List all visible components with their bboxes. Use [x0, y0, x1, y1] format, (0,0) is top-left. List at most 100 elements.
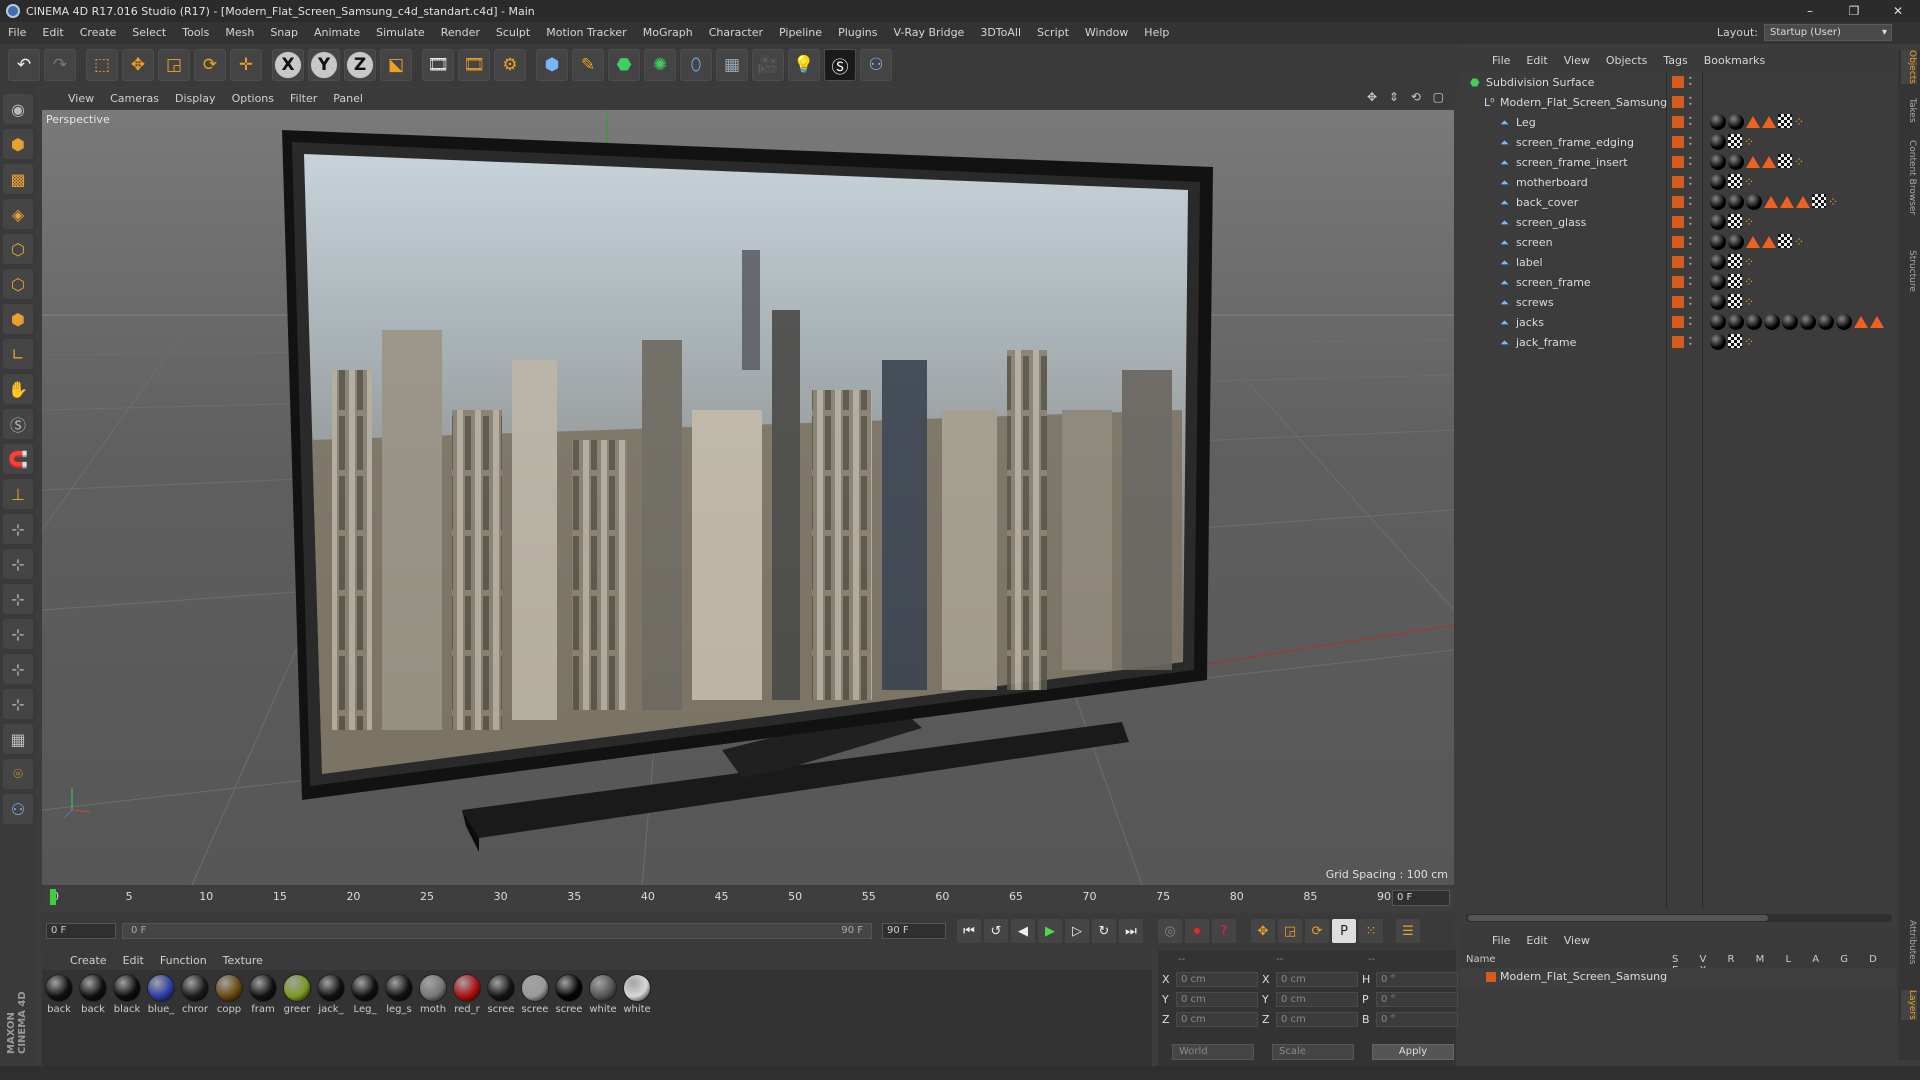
deformer-icon[interactable]: ⬯ [680, 49, 712, 81]
pos-y-field[interactable]: 0 cm [1176, 992, 1258, 1007]
menu-item-file[interactable]: File [0, 22, 34, 44]
key-pla-icon[interactable]: ⁙ [1359, 919, 1383, 943]
viewport-menu-panel[interactable]: Panel [325, 92, 371, 105]
selection-tag-icon[interactable]: ⁘ [1794, 234, 1810, 250]
menu-item-tools[interactable]: Tools [174, 22, 217, 44]
material-swatch[interactable]: copp [212, 974, 246, 1070]
phong-tag-icon[interactable] [1780, 196, 1794, 208]
object-row-screen-frame-edging[interactable]: ⏶ screen_frame_edging • • ⁘ [1460, 132, 1896, 152]
layer-color-indicator[interactable] [1672, 236, 1684, 248]
model-mode-icon[interactable]: ◉ [3, 94, 33, 124]
x-axis-button[interactable]: X [272, 49, 304, 81]
rotate-icon[interactable]: ⟳ [194, 49, 226, 81]
material-tag-icon[interactable] [1746, 314, 1762, 330]
menu-item-pipeline[interactable]: Pipeline [771, 22, 830, 44]
array-icon[interactable]: ✺ [644, 49, 676, 81]
object-menu-objects[interactable]: Objects [1598, 54, 1656, 67]
menu-item-3dtoall[interactable]: 3DToAll [972, 22, 1029, 44]
layer-menu-file[interactable]: File [1484, 934, 1518, 947]
material-swatch[interactable]: back [76, 974, 110, 1070]
snap-icon[interactable]: 🧲 [3, 444, 33, 474]
material-tag-icon[interactable] [1710, 294, 1726, 310]
edge-tab-structure[interactable]: Structure [1901, 250, 1917, 292]
axis-z-workplane-icon[interactable]: ⊹ [3, 654, 33, 684]
object-row-group[interactable]: L⁰ Modern_Flat_Screen_Samsung • • [1460, 92, 1896, 112]
material-tag-icon[interactable] [1836, 314, 1852, 330]
next-key-icon[interactable]: ↻ [1092, 919, 1116, 943]
axis-x-workplane-icon[interactable]: ⊹ [3, 584, 33, 614]
prev-frame-icon[interactable]: ◀ [1011, 919, 1035, 943]
menu-item-simulate[interactable]: Simulate [368, 22, 433, 44]
material-tag-icon[interactable] [1710, 254, 1726, 270]
selection-tag-icon[interactable]: ⁘ [1744, 274, 1760, 290]
z-axis-button[interactable]: Z [344, 49, 376, 81]
scale-dropdown[interactable]: Scale [1272, 1044, 1354, 1060]
python-icon[interactable]: ⚇ [860, 49, 892, 81]
pos-z-field[interactable]: 0 cm [1176, 1012, 1258, 1027]
visibility-dots[interactable]: • • [1688, 315, 1694, 329]
material-swatch[interactable]: leg_s [382, 974, 416, 1070]
material-tag-icon[interactable] [1710, 194, 1726, 210]
material-swatch[interactable]: black [110, 974, 144, 1070]
phong-tag-icon[interactable] [1746, 236, 1760, 248]
material-swatch[interactable]: Leg_ [348, 974, 382, 1070]
selection-tag-icon[interactable]: ⁘ [1794, 114, 1810, 130]
uvw-tag-icon[interactable] [1728, 334, 1742, 348]
viewport-menu-view[interactable]: View [60, 92, 102, 105]
cube-icon[interactable]: ⬢ [536, 49, 568, 81]
object-menu-view[interactable]: View [1556, 54, 1598, 67]
python-console-icon[interactable]: ⚇ [3, 794, 33, 824]
material-tag-icon[interactable] [1746, 194, 1762, 210]
locked-workplane-icon[interactable]: ⊹ [3, 514, 33, 544]
light-icon[interactable]: 💡 [788, 49, 820, 81]
visibility-dots[interactable]: • • [1688, 175, 1694, 189]
menu-item-character[interactable]: Character [701, 22, 771, 44]
material-tag-icon[interactable] [1710, 154, 1726, 170]
visibility-dots[interactable]: • • [1688, 115, 1694, 129]
material-swatch[interactable]: scree [518, 974, 552, 1070]
layer-color-indicator[interactable] [1672, 96, 1684, 108]
object-menu-tags[interactable]: Tags [1655, 54, 1695, 67]
layer-color-indicator[interactable] [1672, 76, 1684, 88]
workplane-icon[interactable]: ⊥ [3, 479, 33, 509]
preview-range-slider[interactable]: 0 F 90 F [122, 923, 872, 939]
uvw-tag-icon[interactable] [1728, 214, 1742, 228]
render-view-icon[interactable]: 🎞 [422, 49, 454, 81]
axis-mode-icon[interactable]: ∟ [3, 339, 33, 369]
uvw-tag-icon[interactable] [1778, 114, 1792, 128]
viewport-menu-cameras[interactable]: Cameras [102, 92, 167, 105]
layer-color-indicator[interactable] [1672, 156, 1684, 168]
coord-system-icon[interactable]: ⬕ [380, 49, 412, 81]
layer-color-indicator[interactable] [1672, 196, 1684, 208]
material-tag-icon[interactable] [1710, 234, 1726, 250]
menu-item-mesh[interactable]: Mesh [217, 22, 262, 44]
transform-icon[interactable]: ✛ [230, 49, 262, 81]
layer-menu-edit[interactable]: Edit [1518, 934, 1555, 947]
menu-item-mograph[interactable]: MoGraph [635, 22, 701, 44]
layer-color-indicator[interactable] [1672, 296, 1684, 308]
go-to-end-icon[interactable]: ⏭ [1119, 919, 1143, 943]
object-row-subdivision-surface[interactable]: ⬣ Subdivision Surface • • [1460, 72, 1896, 92]
timeline-track[interactable]: 051015202530354045505560657075808590 [52, 890, 1391, 908]
restore-button[interactable]: ❐ [1832, 0, 1876, 22]
grid-icon[interactable]: ▦ [3, 724, 33, 754]
material-tag-icon[interactable] [1710, 134, 1726, 150]
material-tag-icon[interactable] [1764, 314, 1780, 330]
material-tag-icon[interactable] [1728, 194, 1744, 210]
uvw-tag-icon[interactable] [1728, 294, 1742, 308]
scale-icon[interactable]: ◲ [158, 49, 190, 81]
material-menu-function[interactable]: Function [152, 954, 215, 967]
phong-tag-icon[interactable] [1796, 196, 1810, 208]
key-position-icon[interactable]: ✥ [1251, 919, 1275, 943]
layer-color-indicator[interactable] [1672, 336, 1684, 348]
material-swatch[interactable]: moth [416, 974, 450, 1070]
viewport-menu-display[interactable]: Display [167, 92, 224, 105]
material-swatch[interactable]: white [620, 974, 654, 1070]
viewport-menu-options[interactable]: Options [224, 92, 282, 105]
points-mode-icon[interactable]: ⬡ [3, 234, 33, 264]
material-swatch[interactable]: scree [552, 974, 586, 1070]
visibility-dots[interactable]: • • [1688, 155, 1694, 169]
visibility-dots[interactable]: • • [1688, 275, 1694, 289]
object-mode-icon[interactable]: ⬢ [3, 129, 33, 159]
material-tag-icon[interactable] [1728, 114, 1744, 130]
